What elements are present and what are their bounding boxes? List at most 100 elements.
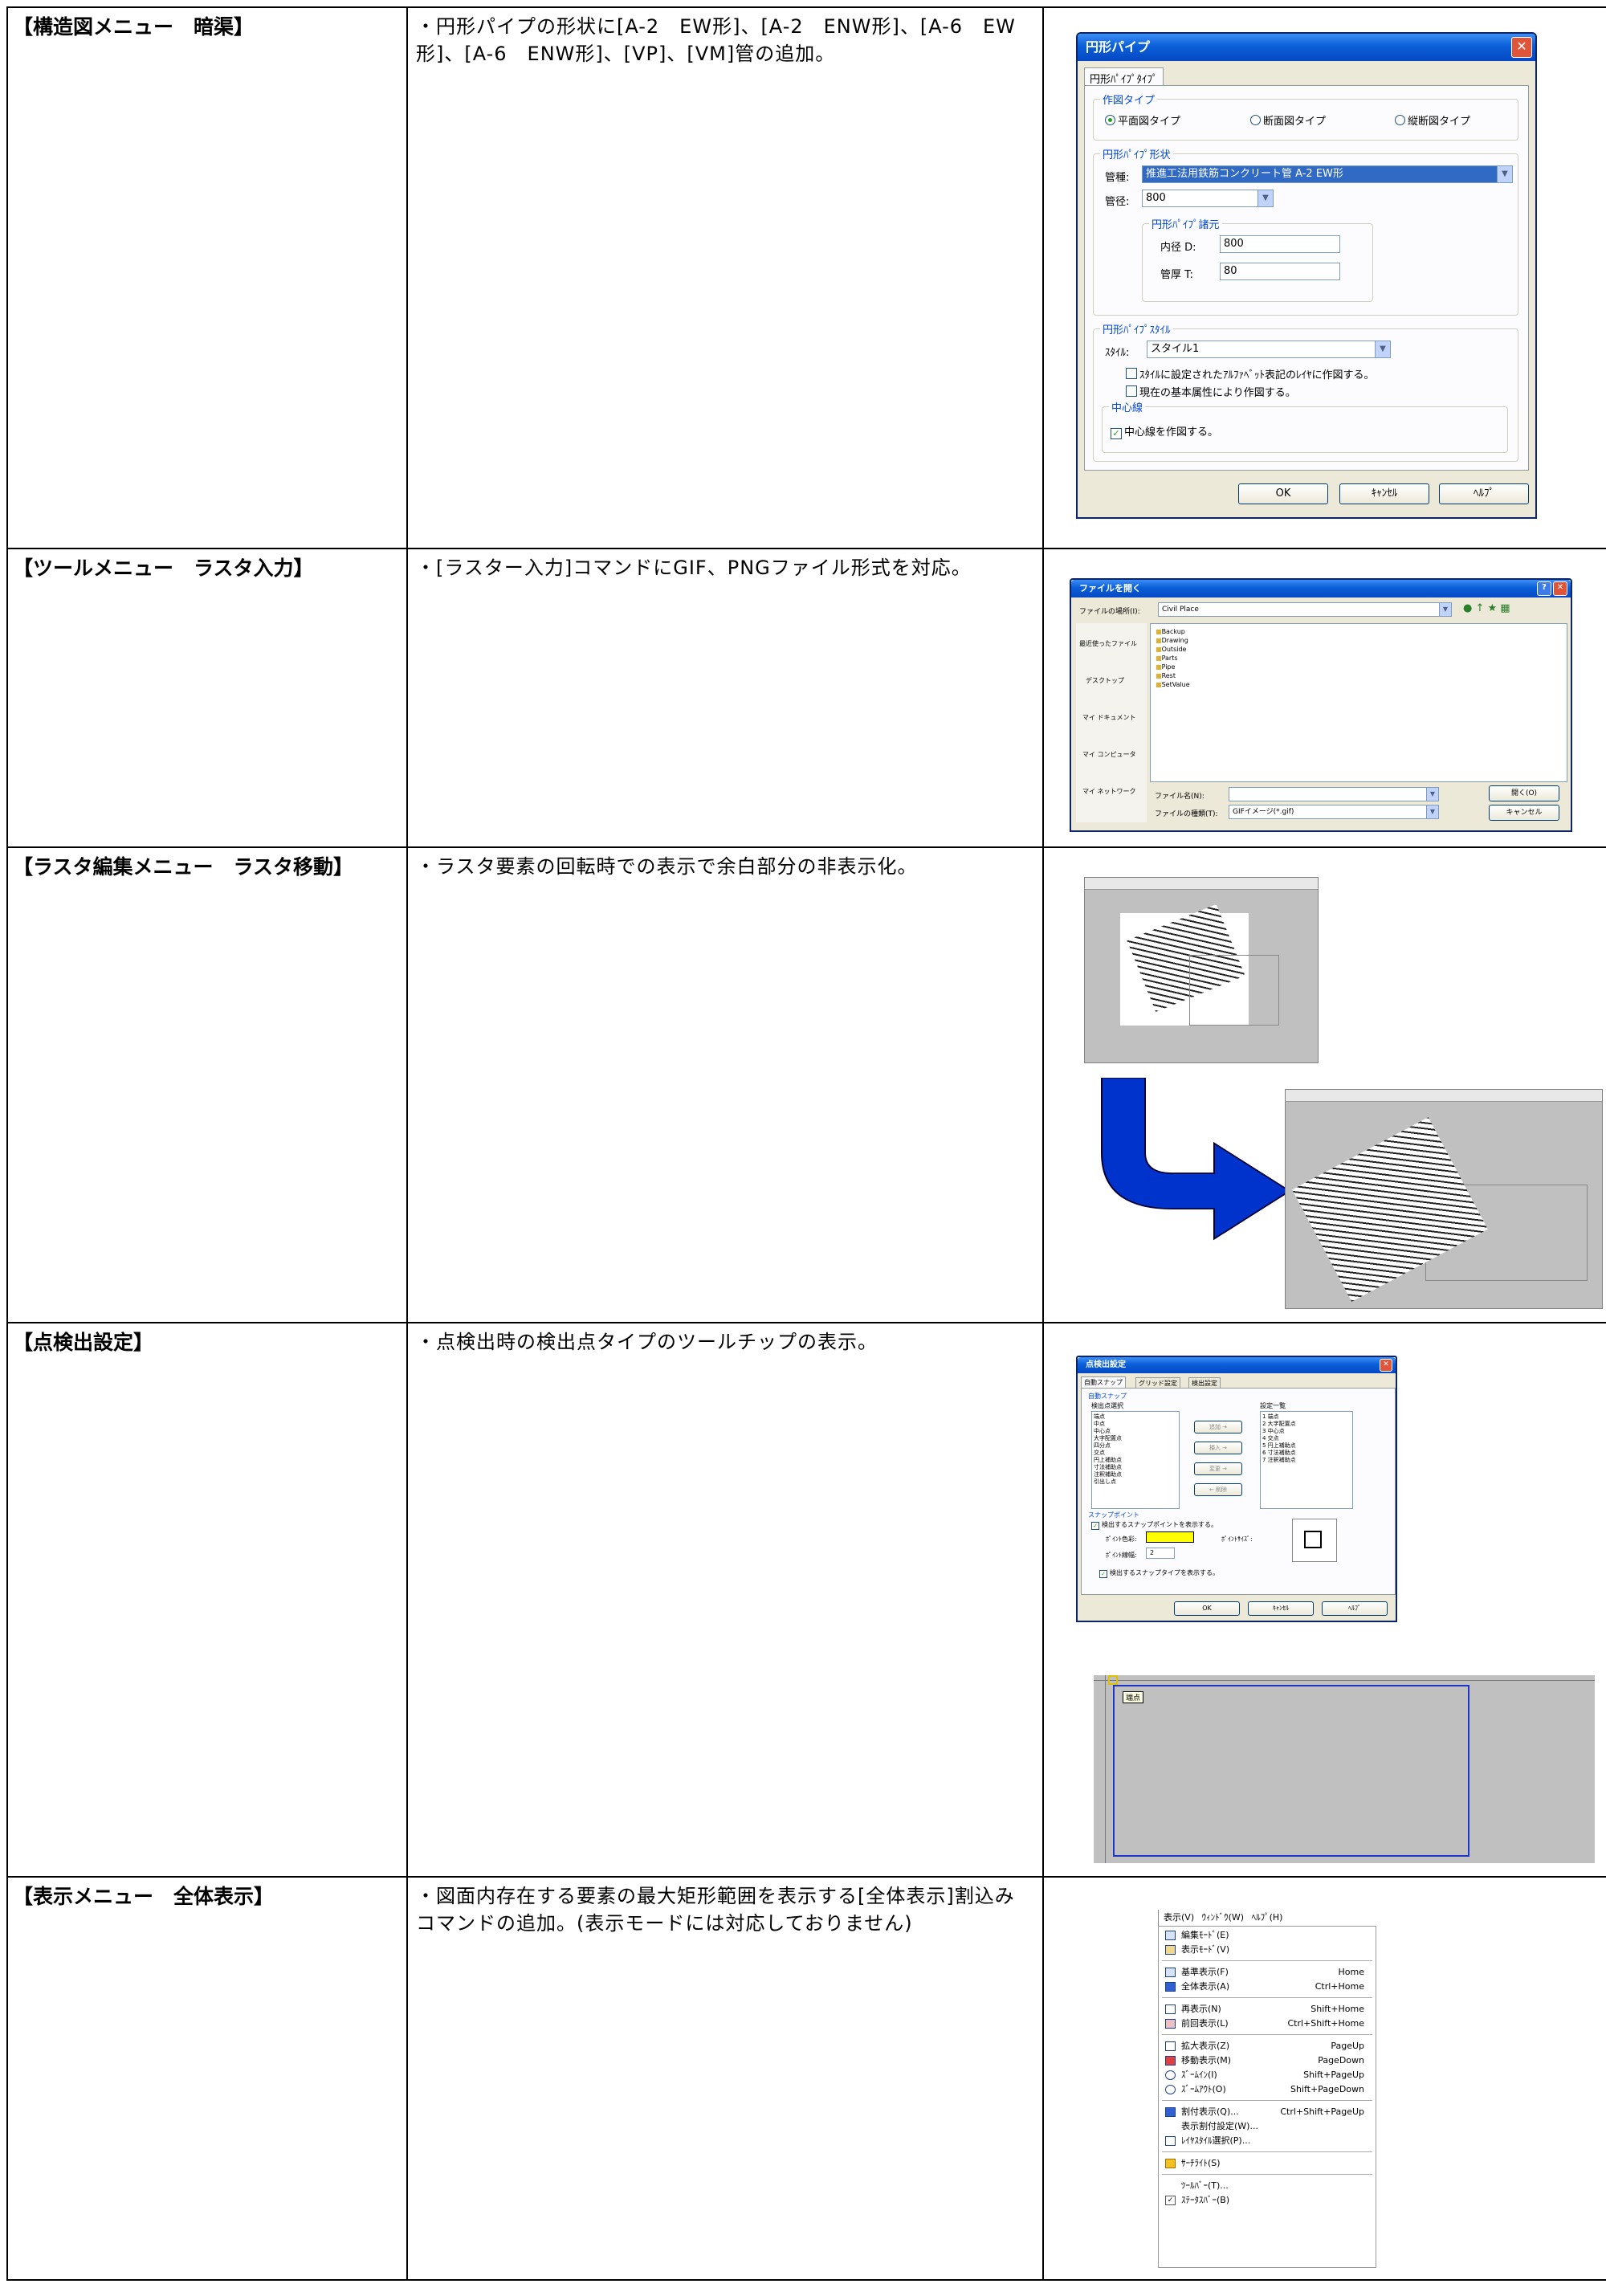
color-label: ﾎﾟｲﾝﾄ色彩: — [1106, 1535, 1137, 1543]
color-swatch[interactable] — [1146, 1531, 1194, 1543]
close-icon[interactable]: ✕ — [1511, 37, 1532, 58]
ok-button[interactable]: OK — [1238, 483, 1328, 504]
radio-profile[interactable]: 縦断図タイプ — [1395, 112, 1470, 128]
check-show-type[interactable]: ✓ 検出するスナップタイプを表示する。 — [1099, 1568, 1219, 1578]
add-button[interactable]: 追加 → — [1194, 1421, 1242, 1433]
filetype-select[interactable]: GIFイメージ(*.gif) ▼ — [1229, 805, 1439, 819]
menu-item-edit-mode[interactable]: 編集ﾓｰﾄﾞ(E) — [1159, 1928, 1376, 1943]
menu-item-searchlight[interactable]: ｻｰﾁﾗｲﾄ(S) — [1159, 2156, 1376, 2171]
menu-item-view-mode[interactable]: 表示ﾓｰﾄﾞ(V) — [1159, 1943, 1376, 1957]
list-item[interactable]: 3 中心点 — [1262, 1428, 1351, 1435]
diameter-select[interactable]: 800 ▼ — [1142, 190, 1274, 207]
folder-item[interactable]: ■Parts — [1156, 654, 1178, 663]
menu-item-base-view[interactable]: 基準表示(F) Home — [1159, 1965, 1376, 1980]
folder-item[interactable]: ■Rest — [1156, 671, 1176, 680]
menu-label: ｽﾞｰﾑｱｳﾄ(O) — [1181, 2084, 1226, 2094]
folder-item[interactable]: ■SetValue — [1156, 680, 1190, 689]
folder-item[interactable]: ■Pipe — [1156, 663, 1175, 671]
list-item[interactable]: 2 大字配置点 — [1262, 1421, 1351, 1428]
width-stepper[interactable]: 2 — [1146, 1548, 1175, 1559]
help-button[interactable]: ﾍﾙﾌﾟ — [1439, 483, 1529, 504]
menu-item-previous-view[interactable]: 前回表示(L) Ctrl+Shift+Home — [1159, 2017, 1376, 2031]
menu-item-layer-style[interactable]: ﾚｲﾔｽﾀｲﾙ選択(P)... — [1159, 2134, 1376, 2148]
tab-grid[interactable]: グリッド設定 — [1135, 1377, 1180, 1389]
list-item[interactable]: 中点 — [1094, 1421, 1177, 1428]
list-item[interactable]: 交点 — [1094, 1450, 1177, 1457]
menu-item-layout-view[interactable]: 割付表示(Q)... Ctrl+Shift+PageUp — [1159, 2105, 1376, 2119]
close-icon[interactable]: ✕ — [1553, 581, 1567, 596]
chevron-down-icon[interactable]: ▼ — [1426, 805, 1438, 818]
list-item[interactable]: 大字配置点 — [1094, 1435, 1177, 1442]
check-attr[interactable]: 現在の基本属性により作図する。 — [1126, 384, 1296, 399]
ok-button[interactable]: OK — [1174, 1601, 1240, 1616]
menu-item-fit-all[interactable]: 全体表示(A) Ctrl+Home — [1159, 1980, 1376, 1994]
place-recent[interactable]: 最近使ったファイル — [1079, 639, 1137, 648]
list-item[interactable]: 1 端点 — [1262, 1413, 1351, 1421]
cancel-button[interactable]: キャンセル — [1489, 805, 1559, 821]
location-select[interactable]: Civil Place ▼ — [1158, 602, 1452, 617]
list-item[interactable]: 注釈補助点 — [1094, 1471, 1177, 1478]
check-center[interactable]: ✓ 中心線を作図する。 — [1111, 423, 1218, 439]
list-item[interactable]: 端点 — [1094, 1413, 1177, 1421]
menu-item-layout-settings[interactable]: 表示割付設定(W)... — [1159, 2119, 1376, 2134]
chevron-down-icon[interactable]: ▼ — [1375, 341, 1390, 357]
list-item[interactable]: 4 交点 — [1262, 1435, 1351, 1442]
close-icon[interactable]: ✕ — [1380, 1359, 1392, 1372]
settings-list[interactable]: 1 端点 2 大字配置点 3 中心点 4 交点 5 円上補助点 6 寸法補助点 … — [1260, 1411, 1353, 1509]
style-select[interactable]: スタイル1 ▼ — [1147, 341, 1391, 358]
list-item[interactable]: 四分点 — [1094, 1442, 1177, 1450]
filename-field[interactable]: ▼ — [1229, 787, 1439, 801]
list-item[interactable]: 寸法補助点 — [1094, 1464, 1177, 1471]
folder-item[interactable]: ■Backup — [1156, 627, 1185, 636]
list-item[interactable]: 6 寸法補助点 — [1262, 1450, 1351, 1457]
menu-window[interactable]: ｳｨﾝﾄﾞｳ(W) — [1202, 1912, 1244, 1923]
place-desktop[interactable]: デスクトップ — [1086, 676, 1124, 685]
menu-view[interactable]: 表示(V) — [1164, 1912, 1194, 1923]
menu-help[interactable]: ﾍﾙﾌﾟ(H) — [1252, 1912, 1283, 1923]
menu-item-zoom-in[interactable]: ｽﾞｰﾑｲﾝ(I) Shift+PageUp — [1159, 2068, 1376, 2082]
menu-item-pan[interactable]: 移動表示(M) PageDown — [1159, 2053, 1376, 2068]
folder-item[interactable]: ■Drawing — [1156, 636, 1188, 645]
place-network[interactable]: マイ ネットワーク — [1082, 787, 1136, 796]
radio-plan[interactable]: 平面図タイプ — [1105, 112, 1180, 128]
check-show-snap[interactable]: ✓ 検出するスナップポイントを表示する。 — [1091, 1520, 1217, 1530]
tab-auto-snap[interactable]: 自動スナップ — [1081, 1376, 1126, 1388]
change-button[interactable]: 変更 → — [1194, 1462, 1242, 1475]
menu-item-zoom-window[interactable]: 拡大表示(Z) PageUp — [1159, 2039, 1376, 2053]
file-list[interactable]: ■Backup ■Drawing ■Outside ■Parts ■Pipe ■… — [1150, 623, 1567, 782]
list-item[interactable]: 中心点 — [1094, 1428, 1177, 1435]
insert-button[interactable]: 挿入 → — [1194, 1442, 1242, 1454]
chevron-down-icon[interactable]: ▼ — [1439, 603, 1451, 616]
place-computer[interactable]: マイ コンピュータ — [1082, 750, 1136, 759]
list-item[interactable]: 円上補助点 — [1094, 1457, 1177, 1464]
pipe-kind-select[interactable]: 推進工法用鉄筋コンクリート管 A-2 EW形 ▼ — [1142, 165, 1513, 183]
thickness-field[interactable]: 80 — [1220, 263, 1340, 280]
menu-item-toolbar[interactable]: ﾂｰﾙﾊﾞｰ(T)... — [1159, 2179, 1376, 2193]
width-label: ﾎﾟｲﾝﾄ線幅: — [1106, 1552, 1137, 1559]
layout-view-icon — [1165, 2107, 1176, 2117]
menu-item-redraw[interactable]: 再表示(N) Shift+Home — [1159, 2002, 1376, 2017]
tab-detect[interactable]: 検出設定 — [1188, 1377, 1221, 1389]
open-button[interactable]: 開く(O) — [1489, 785, 1559, 801]
help-icon[interactable]: ? — [1537, 581, 1551, 596]
menu-item-statusbar[interactable]: ✓ ｽﾃｰﾀｽﾊﾞｰ(B) — [1159, 2193, 1376, 2208]
folder-icon: ■ — [1156, 646, 1162, 653]
menu-item-zoom-out[interactable]: ｽﾞｰﾑｱｳﾄ(O) Shift+PageDown — [1159, 2082, 1376, 2097]
toolbar-icons[interactable]: ● ↑ ★ ▦ — [1463, 602, 1510, 614]
delete-button[interactable]: ← 削除 — [1194, 1483, 1242, 1496]
list-item[interactable]: 7 注釈補助点 — [1262, 1457, 1351, 1464]
cancel-button[interactable]: ｷｬﾝｾﾙ — [1248, 1601, 1314, 1616]
place-documents[interactable]: マイ ドキュメント — [1082, 713, 1136, 722]
detect-list[interactable]: 端点 中点 中心点 大字配置点 四分点 交点 円上補助点 寸法補助点 注釈補助点… — [1091, 1411, 1180, 1509]
chevron-down-icon[interactable]: ▼ — [1497, 166, 1512, 182]
help-button[interactable]: ﾍﾙﾌﾟ — [1322, 1601, 1388, 1616]
chevron-down-icon[interactable]: ▼ — [1257, 190, 1273, 206]
inner-d-field[interactable]: 800 — [1220, 235, 1340, 253]
chevron-down-icon[interactable]: ▼ — [1426, 788, 1438, 801]
list-item[interactable]: 5 円上補助点 — [1262, 1442, 1351, 1450]
folder-item[interactable]: ■Outside — [1156, 645, 1186, 654]
radio-section[interactable]: 断面図タイプ — [1250, 112, 1326, 128]
list-item[interactable]: 引出し点 — [1094, 1478, 1177, 1486]
check-layer[interactable]: ｽﾀｲﾙに設定されたｱﾙﾌｧﾍﾞｯﾄ表記のﾚｲﾔに作図する。 — [1126, 366, 1375, 381]
cancel-button[interactable]: ｷｬﾝｾﾙ — [1339, 483, 1429, 504]
